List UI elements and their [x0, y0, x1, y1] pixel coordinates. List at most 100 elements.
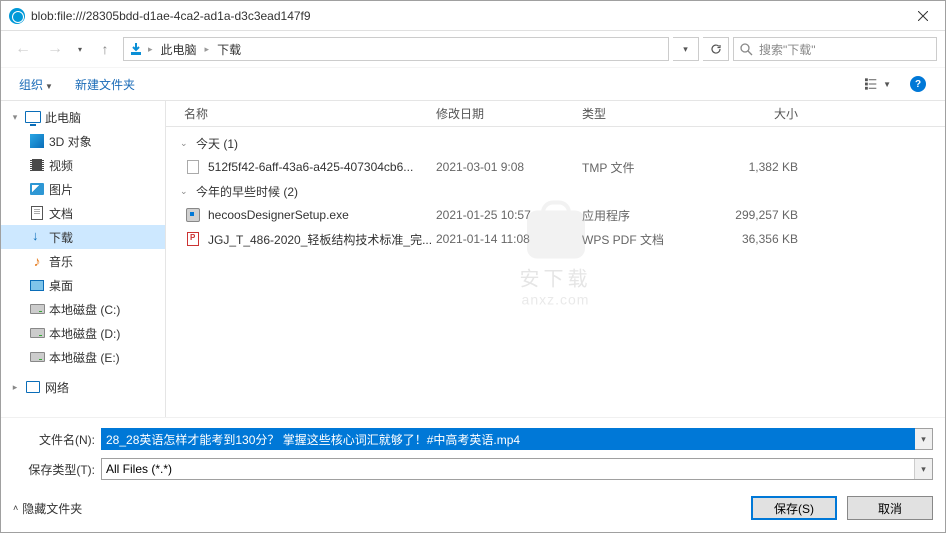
- view-options-button[interactable]: ▼: [861, 72, 895, 96]
- file-list: ⌄ 今天 (1) 512f5f42-6aff-43a6-a425-407304c…: [166, 127, 945, 417]
- file-row[interactable]: 512f5f42-6aff-43a6-a425-407304cb6... 202…: [166, 155, 945, 179]
- downloads-icon: [29, 229, 45, 245]
- chevron-down-icon: ▾: [914, 459, 932, 479]
- file-modified: 2021-01-25 10:57: [436, 208, 582, 222]
- column-name[interactable]: 名称: [184, 105, 436, 122]
- tree-3d-objects[interactable]: 3D 对象: [1, 129, 165, 153]
- collapse-icon[interactable]: ▾: [9, 112, 21, 123]
- cancel-button[interactable]: 取消: [847, 496, 933, 520]
- file-pdf-icon: [184, 231, 202, 247]
- drive-icon: [29, 349, 45, 365]
- tree-label: 下载: [49, 229, 73, 246]
- save-type-value: All Files (*.*): [106, 462, 172, 476]
- recent-locations-dropdown[interactable]: ▾: [73, 37, 87, 61]
- chevron-down-icon: ▼: [45, 82, 53, 91]
- tree-videos[interactable]: 视频: [1, 153, 165, 177]
- tree-music[interactable]: ♪ 音乐: [1, 249, 165, 273]
- new-folder-button[interactable]: 新建文件夹: [67, 72, 143, 97]
- chevron-up-icon: ˄: [13, 503, 18, 513]
- save-type-label: 保存类型(T):: [13, 461, 95, 478]
- column-headers: 名称 修改日期 类型 大小: [166, 101, 945, 127]
- tree-label: 本地磁盘 (E:): [49, 349, 120, 366]
- tree-documents[interactable]: 文档: [1, 201, 165, 225]
- drive-icon: [29, 301, 45, 317]
- collapse-icon[interactable]: ⌄: [180, 186, 192, 197]
- search-placeholder: 搜索"下载": [759, 41, 816, 58]
- save-type-select[interactable]: All Files (*.*) ▾: [101, 458, 933, 480]
- group-label: 今天 (1): [196, 135, 238, 152]
- tree-label: 文档: [49, 205, 73, 222]
- tree-label: 视频: [49, 157, 73, 174]
- file-name: 512f5f42-6aff-43a6-a425-407304cb6...: [208, 160, 436, 174]
- file-type: TMP 文件: [582, 159, 712, 176]
- filename-dropdown[interactable]: ▾: [915, 428, 933, 450]
- collapse-icon[interactable]: ⌄: [180, 138, 192, 149]
- tree-local-disk-e[interactable]: 本地磁盘 (E:): [1, 345, 165, 369]
- search-icon: [740, 43, 753, 56]
- tree-label: 网络: [45, 379, 69, 396]
- dialog-footer: ˄ 隐藏文件夹 保存(S) 取消: [1, 488, 945, 532]
- column-size[interactable]: 大小: [712, 105, 822, 122]
- search-input[interactable]: 搜索"下载": [733, 37, 937, 61]
- file-modified: 2021-03-01 9:08: [436, 160, 582, 174]
- chevron-down-icon: ▼: [883, 80, 891, 89]
- hide-folders-label: 隐藏文件夹: [22, 500, 82, 517]
- address-dropdown[interactable]: ▾: [673, 37, 699, 61]
- refresh-button[interactable]: [703, 37, 729, 61]
- column-type[interactable]: 类型: [582, 105, 712, 122]
- forward-button[interactable]: →: [41, 37, 69, 61]
- file-generic-icon: [184, 159, 202, 175]
- save-button[interactable]: 保存(S): [751, 496, 837, 520]
- desktop-icon: [29, 277, 45, 293]
- group-earlier-this-year[interactable]: ⌄ 今年的早些时候 (2): [166, 179, 945, 203]
- file-row[interactable]: JGJ_T_486-2020_轻板结构技术标准_完... 2021-01-14 …: [166, 227, 945, 251]
- address-bar[interactable]: ▸ 此电脑 ▸ 下载: [123, 37, 669, 61]
- documents-icon: [29, 205, 45, 221]
- tree-label: 本地磁盘 (D:): [49, 325, 120, 342]
- column-modified[interactable]: 修改日期: [436, 105, 582, 122]
- toolbar: 组织▼ 新建文件夹 ▼ ?: [1, 67, 945, 101]
- filename-input[interactable]: [101, 428, 915, 450]
- file-size: 299,257 KB: [712, 208, 822, 222]
- help-icon: ?: [910, 76, 926, 92]
- tree-label: 桌面: [49, 277, 73, 294]
- file-name: JGJ_T_486-2020_轻板结构技术标准_完...: [208, 231, 436, 248]
- this-pc-icon: [25, 109, 41, 125]
- window-title: blob:file:///28305bdd-d1ae-4ca2-ad1a-d3c…: [31, 9, 900, 23]
- file-list-pane: 名称 修改日期 类型 大小 ⌄ 今天 (1) 512f5f42-6aff-43a…: [166, 101, 945, 417]
- file-type: WPS PDF 文档: [582, 231, 712, 248]
- hide-folders-toggle[interactable]: ˄ 隐藏文件夹: [13, 500, 82, 517]
- save-form: 文件名(N): ▾ 保存类型(T): All Files (*.*) ▾: [1, 417, 945, 488]
- organize-menu[interactable]: 组织▼: [11, 72, 61, 97]
- file-type: 应用程序: [582, 207, 712, 224]
- tree-local-disk-c[interactable]: 本地磁盘 (C:): [1, 297, 165, 321]
- expand-icon[interactable]: ▸: [9, 382, 21, 393]
- tree-pictures[interactable]: 图片: [1, 177, 165, 201]
- folder-tree: ▾ 此电脑 3D 对象 视频 图片 文档 下载 ♪ 音乐: [1, 101, 166, 417]
- file-size: 1,382 KB: [712, 160, 822, 174]
- breadcrumb-this-pc[interactable]: 此电脑: [157, 41, 201, 58]
- tree-desktop[interactable]: 桌面: [1, 273, 165, 297]
- network-icon: [25, 379, 41, 395]
- music-icon: ♪: [29, 253, 45, 269]
- file-row[interactable]: hecoosDesignerSetup.exe 2021-01-25 10:57…: [166, 203, 945, 227]
- close-button[interactable]: [900, 1, 945, 31]
- tree-local-disk-d[interactable]: 本地磁盘 (D:): [1, 321, 165, 345]
- tree-label: 音乐: [49, 253, 73, 270]
- breadcrumb-downloads[interactable]: 下载: [213, 41, 245, 58]
- pictures-icon: [29, 181, 45, 197]
- help-button[interactable]: ?: [901, 72, 935, 96]
- back-button[interactable]: ←: [9, 37, 37, 61]
- file-modified: 2021-01-14 11:08: [436, 232, 582, 246]
- tree-label: 本地磁盘 (C:): [49, 301, 120, 318]
- videos-icon: [29, 157, 45, 173]
- group-today[interactable]: ⌄ 今天 (1): [166, 131, 945, 155]
- chevron-right-icon[interactable]: ▸: [205, 44, 210, 55]
- chevron-right-icon[interactable]: ▸: [148, 44, 153, 55]
- tree-downloads[interactable]: 下载: [1, 225, 165, 249]
- downloads-location-icon: [128, 41, 144, 57]
- tree-this-pc[interactable]: ▾ 此电脑: [1, 105, 165, 129]
- up-button[interactable]: ↑: [91, 37, 119, 61]
- tree-network[interactable]: ▸ 网络: [1, 375, 165, 399]
- navigation-bar: ← → ▾ ↑ ▸ 此电脑 ▸ 下载 ▾ 搜索"下载": [1, 31, 945, 67]
